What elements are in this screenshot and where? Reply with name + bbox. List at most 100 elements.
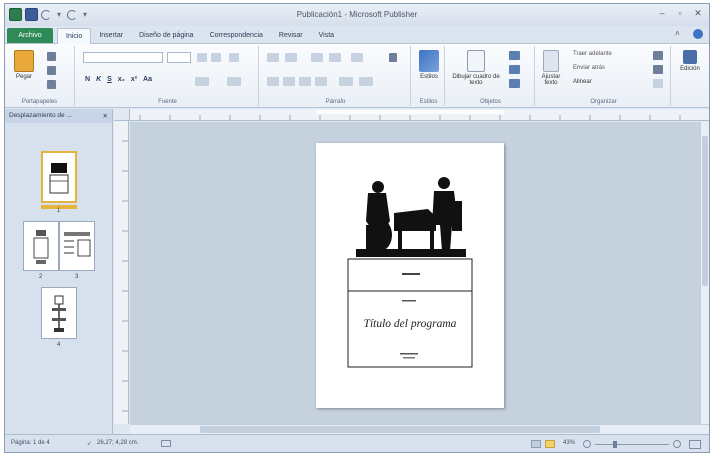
- line-spacing-icon[interactable]: [351, 53, 363, 62]
- zoom-slider-thumb[interactable]: [613, 441, 617, 448]
- fit-page-icon[interactable]: [689, 440, 701, 449]
- vertical-scroll-thumb[interactable]: [702, 136, 708, 286]
- align-right-icon[interactable]: [299, 77, 311, 86]
- italic-button[interactable]: K: [96, 76, 101, 83]
- styles-icon: [419, 50, 439, 72]
- vertical-scrollbar[interactable]: [700, 122, 709, 424]
- page-1-thumbnail-image: [49, 163, 69, 194]
- page-navigation-pane: Desplazamiento de ... ✕ 1 2 3 4: [5, 109, 113, 434]
- page-number-1: 1: [57, 208, 61, 214]
- page-thumbnail-3[interactable]: [59, 221, 95, 271]
- ribbon-tab-bar: Archivo Inicio Insertar Diseño de página…: [5, 26, 709, 44]
- justify-icon[interactable]: [315, 77, 327, 86]
- columns-icon[interactable]: [359, 77, 373, 86]
- bullets-icon[interactable]: [267, 53, 279, 62]
- numbering-icon[interactable]: [285, 53, 297, 62]
- musicians-silhouette: [356, 177, 466, 257]
- tab-home[interactable]: Inicio: [57, 28, 92, 44]
- send-backward-button[interactable]: Enviar atrás: [573, 65, 605, 71]
- document-canvas[interactable]: Título del programa: [130, 122, 700, 424]
- vertical-ruler[interactable]: [114, 121, 129, 424]
- rotate-icon[interactable]: [653, 65, 663, 74]
- zoom-in-icon[interactable]: [673, 440, 681, 448]
- window-controls: – ▫ ✕: [657, 8, 703, 18]
- publisher-window: ▾ ▾ Publicación1 - Microsoft Publisher –…: [4, 3, 710, 453]
- nav-pane-title: Desplazamiento de ...: [9, 112, 72, 119]
- page-thumbnail-4[interactable]: [41, 287, 77, 339]
- maximize-icon[interactable]: ▫: [675, 8, 685, 18]
- font-size-combo[interactable]: [167, 52, 191, 63]
- horizontal-scrollbar[interactable]: [130, 424, 709, 434]
- nav-pane-close-icon[interactable]: ✕: [103, 112, 108, 120]
- page-number-3: 3: [75, 274, 79, 280]
- increase-indent-icon[interactable]: [329, 53, 341, 62]
- publication-page[interactable]: Título del programa: [316, 143, 504, 408]
- binoculars-icon: [683, 50, 697, 64]
- tab-page-design[interactable]: Diseño de página: [131, 28, 202, 44]
- decrease-indent-icon[interactable]: [311, 53, 323, 62]
- page-indicator[interactable]: Página: 1 de 4: [11, 440, 50, 446]
- superscript-button[interactable]: x²: [131, 76, 137, 83]
- draw-textbox-label: Dibujar cuadro de texto: [452, 74, 500, 86]
- underline-button[interactable]: S: [107, 76, 112, 83]
- page-2-thumbnail-image: [33, 230, 49, 264]
- page-3-thumbnail-image: [64, 232, 91, 257]
- align-center-icon[interactable]: [283, 77, 295, 86]
- shrink-font-icon[interactable]: [211, 53, 221, 62]
- program-title[interactable]: Título del programa: [348, 318, 472, 330]
- ungroup-icon[interactable]: [653, 79, 663, 88]
- nav-pane-header: Desplazamiento de ... ✕: [5, 109, 112, 123]
- group-label-arrange: Organizar: [590, 99, 617, 105]
- change-case-button[interactable]: Aa: [143, 76, 152, 83]
- show-formatting-icon[interactable]: [389, 53, 397, 62]
- textbox-icon: [467, 50, 485, 72]
- horizontal-scroll-thumb[interactable]: [200, 426, 600, 433]
- group-objects-icon[interactable]: [653, 51, 663, 60]
- tab-mailings[interactable]: Correspondencia: [202, 28, 271, 44]
- shapes-icon[interactable]: [509, 79, 520, 88]
- bold-button[interactable]: N: [85, 76, 90, 83]
- zoom-slider-track[interactable]: [595, 444, 669, 445]
- single-page-view-icon[interactable]: [531, 440, 541, 448]
- tab-insert[interactable]: Insertar: [91, 28, 131, 44]
- align-left-icon[interactable]: [267, 77, 279, 86]
- subscript-button[interactable]: x₂: [118, 76, 125, 83]
- draw-textbox-button[interactable]: Dibujar cuadro de texto: [451, 50, 501, 86]
- paste-button[interactable]: Pegar: [11, 50, 37, 80]
- tab-view[interactable]: Vista: [311, 28, 342, 44]
- horizontal-ruler[interactable]: [130, 109, 709, 121]
- table-icon[interactable]: [509, 65, 520, 74]
- cursor-position-icon: ↙: [87, 441, 93, 447]
- wrap-text-button[interactable]: Ajustar texto: [539, 50, 563, 86]
- styles-button[interactable]: Estilos: [415, 50, 443, 80]
- copy-icon[interactable]: [47, 66, 56, 75]
- character-spacing-icon[interactable]: [195, 77, 209, 86]
- clear-formatting-icon[interactable]: [229, 53, 239, 62]
- cut-icon[interactable]: [47, 52, 56, 61]
- grow-font-icon[interactable]: [197, 53, 207, 62]
- page-thumbnail-2[interactable]: [23, 221, 59, 271]
- ruler-corner: [114, 109, 130, 121]
- editing-button[interactable]: Edición: [675, 50, 705, 72]
- wrap-text-icon: [543, 50, 559, 72]
- close-icon[interactable]: ✕: [693, 8, 703, 18]
- two-page-view-icon[interactable]: [545, 440, 555, 448]
- page-thumbnail-1[interactable]: [41, 151, 77, 203]
- tab-review[interactable]: Revisar: [271, 28, 311, 44]
- tab-file[interactable]: Archivo: [7, 28, 53, 43]
- help-icon[interactable]: [693, 29, 703, 39]
- font-color-icon[interactable]: [227, 77, 241, 86]
- font-name-combo[interactable]: [83, 52, 163, 63]
- format-painter-icon[interactable]: [47, 80, 56, 89]
- bring-forward-button[interactable]: Traer adelante: [573, 51, 612, 57]
- minimize-icon[interactable]: –: [657, 8, 667, 18]
- window-title: Publicación1 - Microsoft Publisher: [296, 10, 418, 19]
- zoom-out-icon[interactable]: [583, 440, 591, 448]
- minimize-ribbon-icon[interactable]: ˄: [675, 29, 685, 39]
- title-bar: ▾ ▾ Publicación1 - Microsoft Publisher –…: [5, 4, 709, 26]
- zoom-level[interactable]: 43%: [563, 440, 575, 446]
- paragraph-spacing-icon[interactable]: [339, 77, 353, 86]
- picture-icon[interactable]: [509, 51, 520, 60]
- align-button[interactable]: Alinear: [573, 79, 592, 85]
- group-label-styles: Estilos: [419, 99, 438, 105]
